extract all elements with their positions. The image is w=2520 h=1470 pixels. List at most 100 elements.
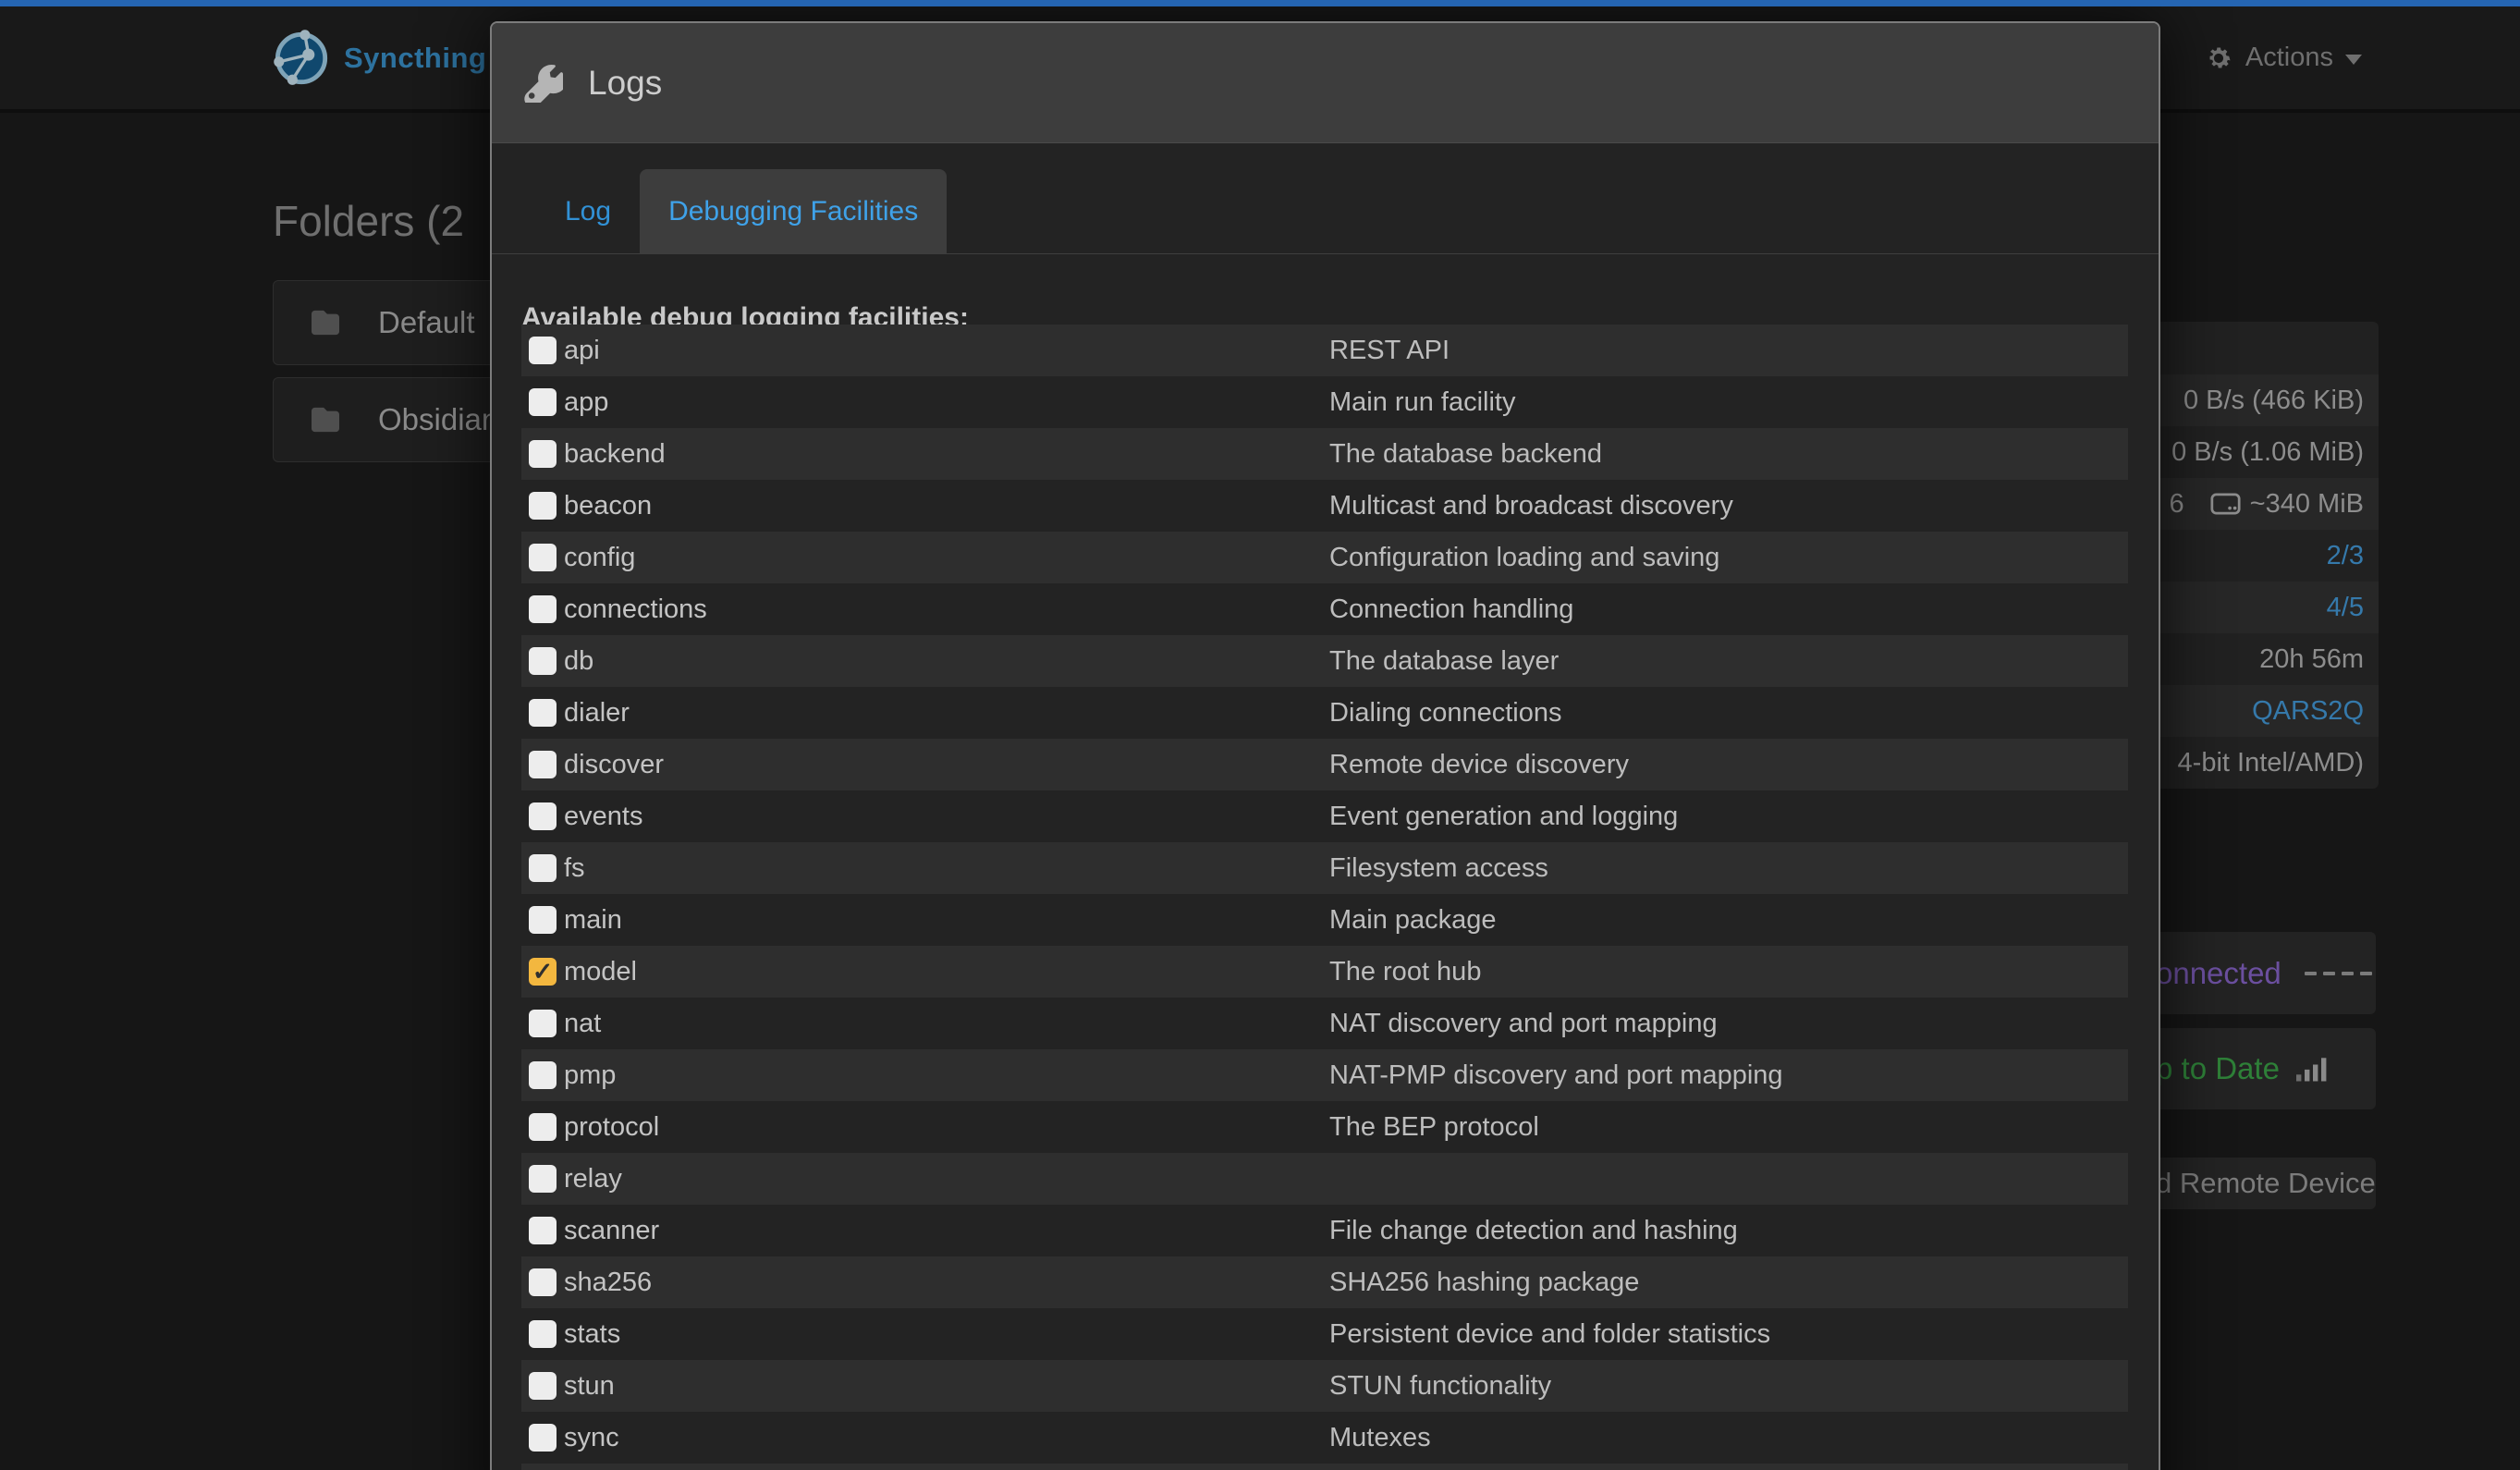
actions-menu-button[interactable]: Actions xyxy=(2204,6,2362,109)
facility-description: STUN functionality xyxy=(1329,1360,1551,1412)
facility-name[interactable]: connections xyxy=(564,583,707,635)
facility-row: discoverRemote device discovery xyxy=(521,739,2128,790)
facility-name[interactable]: config xyxy=(564,532,635,583)
stat-value: 20h 56m xyxy=(2259,633,2364,685)
facility-description: NAT-PMP discovery and port mapping xyxy=(1329,1049,1783,1101)
facility-checkbox-api[interactable] xyxy=(529,337,557,364)
folder-label: Obsidian xyxy=(378,402,498,437)
facilities-table: apiREST APIappMain run facilitybackendTh… xyxy=(521,325,2128,1470)
facility-checkbox-connections[interactable] xyxy=(529,595,557,623)
logs-modal-header: Logs xyxy=(492,23,2159,143)
facility-description: Main run facility xyxy=(1329,376,1515,428)
gear-icon xyxy=(2204,43,2233,73)
facility-row xyxy=(521,1464,2128,1470)
facility-name[interactable]: fs xyxy=(564,842,585,894)
facility-description: Persistent device and folder statistics xyxy=(1329,1308,1770,1360)
facility-row: configConfiguration loading and saving xyxy=(521,532,2128,583)
facility-checkbox-model[interactable] xyxy=(529,958,557,986)
facility-checkbox-relay[interactable] xyxy=(529,1165,557,1193)
brand-link[interactable]: Syncthing xyxy=(273,6,486,109)
facility-name[interactable]: scanner xyxy=(564,1205,659,1256)
facility-name[interactable]: pmp xyxy=(564,1049,616,1101)
facility-checkbox-nat[interactable] xyxy=(529,1010,557,1037)
facility-name[interactable]: protocol xyxy=(564,1101,659,1153)
facility-description: Connection handling xyxy=(1329,583,1573,635)
facility-checkbox-sync[interactable] xyxy=(529,1424,557,1452)
facility-name[interactable]: dialer xyxy=(564,687,630,739)
stat-link[interactable]: 4/5 xyxy=(2327,582,2364,633)
facility-name[interactable]: api xyxy=(564,325,600,376)
facility-checkbox-stun[interactable] xyxy=(529,1372,557,1400)
stat-value: 0 B/s (466 KiB) xyxy=(2184,374,2364,426)
tab-debugging-facilities[interactable]: Debugging Facilities xyxy=(640,169,947,253)
screen: Syncthing Actions Folders (2 Default Obsi… xyxy=(0,0,2520,1470)
facility-checkbox-fs[interactable] xyxy=(529,854,557,882)
modal-tabs: Log Debugging Facilities xyxy=(492,169,2159,254)
logs-modal: Logs Log Debugging Facilities Available … xyxy=(490,21,2160,1470)
facility-description: The root hub xyxy=(1329,946,1481,998)
facility-checkbox-events[interactable] xyxy=(529,802,557,830)
facility-name[interactable]: discover xyxy=(564,739,664,790)
facility-row: fsFilesystem access xyxy=(521,842,2128,894)
facility-name[interactable]: beacon xyxy=(564,480,652,532)
facility-name[interactable]: nat xyxy=(564,998,601,1049)
facility-description: SHA256 hashing package xyxy=(1329,1256,1639,1308)
facility-checkbox-sha256[interactable] xyxy=(529,1268,557,1296)
facility-checkbox-backend[interactable] xyxy=(529,440,557,468)
facility-name[interactable]: sha256 xyxy=(564,1256,652,1308)
facility-checkbox-config[interactable] xyxy=(529,544,557,571)
facility-description: REST API xyxy=(1329,325,1450,376)
facility-checkbox-discover[interactable] xyxy=(529,751,557,778)
facility-checkbox-db[interactable] xyxy=(529,647,557,675)
facility-name[interactable]: db xyxy=(564,635,593,687)
facility-row: stats Persistent device and folder statis… xyxy=(521,1308,2128,1360)
facility-row: nat NAT discovery and port mapping xyxy=(521,998,2128,1049)
facility-row: api REST API xyxy=(521,325,2128,376)
facility-name[interactable]: app xyxy=(564,376,608,428)
facility-row: db The database layer xyxy=(521,635,2128,687)
facility-row: pmp NAT-PMP discovery and port mapping xyxy=(521,1049,2128,1101)
facility-name[interactable]: stun xyxy=(564,1360,615,1412)
facility-description: NAT discovery and port mapping xyxy=(1329,998,1718,1049)
facility-description: The database layer xyxy=(1329,635,1559,687)
facility-checkbox-beacon[interactable] xyxy=(529,492,557,520)
top-accent-bar xyxy=(0,0,2520,6)
panel-label: p to Date xyxy=(2156,1051,2280,1086)
facility-name[interactable]: backend xyxy=(564,428,666,480)
facility-row: backendThe database backend xyxy=(521,428,2128,480)
tab-log[interactable]: Log xyxy=(536,169,640,253)
facility-name[interactable]: relay xyxy=(564,1153,622,1205)
facility-description: File change detection and hashing xyxy=(1329,1205,1738,1256)
facility-checkbox-stats[interactable] xyxy=(529,1320,557,1348)
panel-label: d Remote Device xyxy=(2156,1167,2376,1200)
facility-checkbox-protocol[interactable] xyxy=(529,1113,557,1141)
folder-label: Default xyxy=(378,305,475,340)
facility-row: syncMutexes xyxy=(521,1412,2128,1464)
facility-checkbox-dialer[interactable] xyxy=(529,699,557,727)
facility-name[interactable]: main xyxy=(564,894,622,946)
facility-name[interactable]: events xyxy=(564,790,642,842)
stat-link[interactable]: QARS2Q xyxy=(2252,685,2364,737)
folders-heading: Folders (2 xyxy=(273,196,464,246)
stat-value: 0 B/s (1.06 MiB) xyxy=(2171,426,2364,478)
folder-icon xyxy=(309,309,342,337)
facility-name[interactable]: stats xyxy=(564,1308,620,1360)
brand-label: Syncthing xyxy=(344,42,486,75)
actions-label: Actions xyxy=(2245,43,2333,73)
tab-debugging-facilities-label: Debugging Facilities xyxy=(668,196,918,227)
stat-link[interactable]: 2/3 xyxy=(2327,530,2364,582)
stat-prefix: 6 xyxy=(2170,478,2184,530)
facility-checkbox-scanner[interactable] xyxy=(529,1217,557,1244)
facility-checkbox-app[interactable] xyxy=(529,388,557,416)
facility-checkbox-pmp[interactable] xyxy=(529,1061,557,1089)
facility-row: sha256 SHA256 hashing package xyxy=(521,1256,2128,1308)
tab-log-label: Log xyxy=(565,196,611,227)
facility-checkbox-main[interactable] xyxy=(529,906,557,934)
facility-description: Dialing connections xyxy=(1329,687,1561,739)
hdd-icon xyxy=(2210,493,2241,515)
facility-name[interactable]: sync xyxy=(564,1412,619,1464)
wrench-icon xyxy=(524,64,563,103)
facility-name[interactable]: model xyxy=(564,946,637,998)
facility-row: app Main run facility xyxy=(521,376,2128,428)
signal-bars-icon xyxy=(2296,1056,2330,1082)
